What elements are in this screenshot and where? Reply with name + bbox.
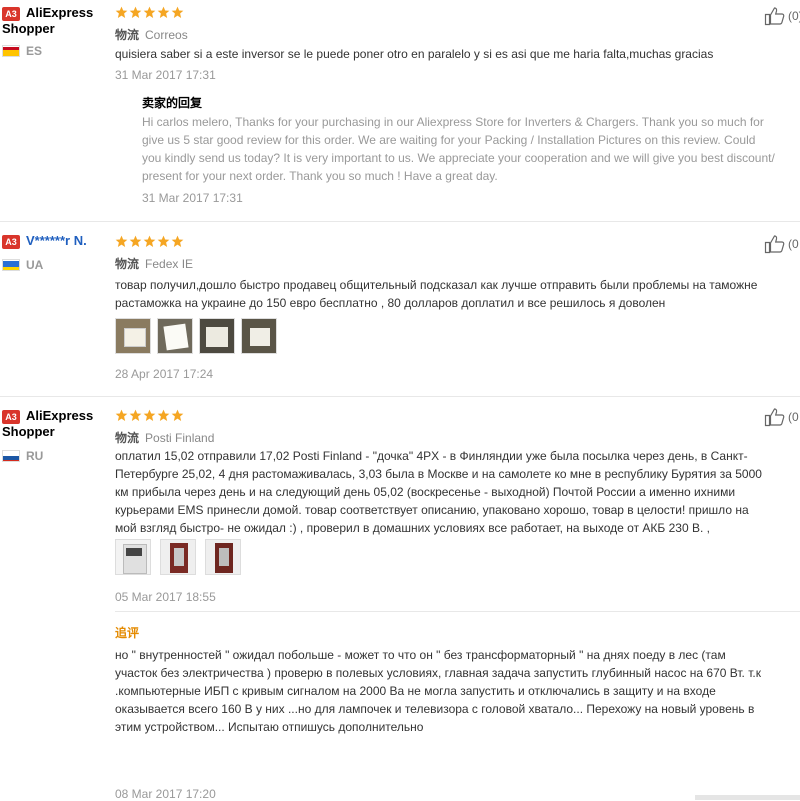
- user-name-line2[interactable]: Shopper: [2, 21, 55, 37]
- like-button[interactable]: (0: [764, 407, 799, 427]
- star-icon: [115, 6, 128, 19]
- star-rating: [115, 6, 184, 19]
- country-code: UA: [26, 258, 44, 272]
- logistics-value: Posti Finland: [145, 431, 215, 445]
- star-icon: [129, 235, 142, 248]
- star-icon: [115, 235, 128, 248]
- logistics-value: Correos: [145, 28, 188, 42]
- user-name[interactable]: V******r N.: [26, 233, 87, 249]
- star-icon: [143, 409, 156, 422]
- country-code: ES: [26, 44, 43, 58]
- buyer-level-badge: A3: [2, 235, 20, 249]
- logistics-value: Fedex IE: [145, 257, 194, 271]
- like-count: (0: [788, 410, 799, 424]
- review-date: 28 Apr 2017 17:24: [115, 367, 214, 381]
- star-icon: [171, 6, 184, 19]
- review-item: A3 V******r N. UA 物流 Fedex IE товар получ…: [0, 222, 800, 396]
- review-photo-thumbnail[interactable]: [241, 318, 277, 354]
- review-photo-thumbnail[interactable]: [115, 539, 151, 575]
- star-icon: [143, 235, 156, 248]
- like-button[interactable]: (0): [764, 6, 800, 26]
- review-item: A3 AliExpress Shopper RU 物流 Posti Finland…: [0, 397, 800, 801]
- review-photo-thumbnail[interactable]: [157, 318, 193, 354]
- review-date: 05 Mar 2017 18:55: [115, 590, 216, 604]
- buyer-level-badge: A3: [2, 410, 20, 424]
- logistics-label: 物流: [115, 431, 140, 445]
- flag-es-icon: [2, 45, 20, 57]
- star-rating: [115, 409, 184, 422]
- seller-reply-text: Hi carlos melero, Thanks for your purcha…: [142, 115, 775, 183]
- like-button[interactable]: (0: [764, 234, 799, 254]
- review-text: оплатил 15,02 отправили 17,02 Posti Finl…: [115, 449, 762, 535]
- seller-reply-date: 31 Mar 2017 17:31: [142, 191, 243, 205]
- user-name-line2[interactable]: Shopper: [2, 424, 55, 440]
- star-icon: [115, 409, 128, 422]
- review-photos: [115, 318, 277, 354]
- review-photo-thumbnail[interactable]: [160, 539, 196, 575]
- star-rating: [115, 235, 184, 248]
- star-icon: [157, 235, 170, 248]
- star-icon: [171, 409, 184, 422]
- star-icon: [129, 409, 142, 422]
- review-photo-thumbnail[interactable]: [205, 539, 241, 575]
- star-icon: [157, 6, 170, 19]
- country-code: RU: [26, 449, 44, 463]
- like-count: (0: [788, 237, 799, 251]
- review-photo-thumbnail[interactable]: [199, 318, 235, 354]
- like-count: (0): [788, 9, 800, 23]
- user-name[interactable]: AliExpress: [26, 408, 93, 424]
- logistics-info: 物流 Correos: [115, 26, 188, 43]
- pagination-stub: [695, 795, 800, 800]
- user-name[interactable]: AliExpress: [26, 5, 93, 21]
- star-icon: [129, 6, 142, 19]
- star-icon: [171, 235, 184, 248]
- star-icon: [143, 6, 156, 19]
- thumbs-up-icon: [764, 235, 785, 254]
- buyer-level-badge: A3: [2, 7, 20, 21]
- flag-ua-icon: [2, 259, 20, 271]
- review-item: A3 AliExpress Shopper ES 物流 Correos quisi…: [0, 0, 800, 222]
- review-photos: [115, 539, 241, 575]
- thumbs-up-icon: [764, 408, 785, 427]
- followup-date: 08 Mar 2017 17:20: [115, 787, 216, 801]
- review-text: товар получил,дошло быстро продавец общи…: [115, 278, 758, 310]
- logistics-label: 物流: [115, 28, 140, 42]
- logistics-label: 物流: [115, 257, 140, 271]
- logistics-info: 物流 Posti Finland: [115, 429, 214, 446]
- thumbs-up-icon: [764, 7, 785, 26]
- followup-text: но " внутренностей " ожидал побольше - м…: [115, 648, 761, 734]
- star-icon: [157, 409, 170, 422]
- flag-ru-icon: [2, 450, 20, 462]
- seller-reply-title: 卖家的回复: [142, 96, 203, 110]
- logistics-info: 物流 Fedex IE: [115, 255, 193, 272]
- review-date: 31 Mar 2017 17:31: [115, 68, 216, 82]
- followup-divider: [115, 611, 800, 612]
- followup-title: 追评: [115, 626, 140, 640]
- review-photo-thumbnail[interactable]: [115, 318, 151, 354]
- review-text: quisiera saber si a este inversor se le …: [115, 47, 714, 61]
